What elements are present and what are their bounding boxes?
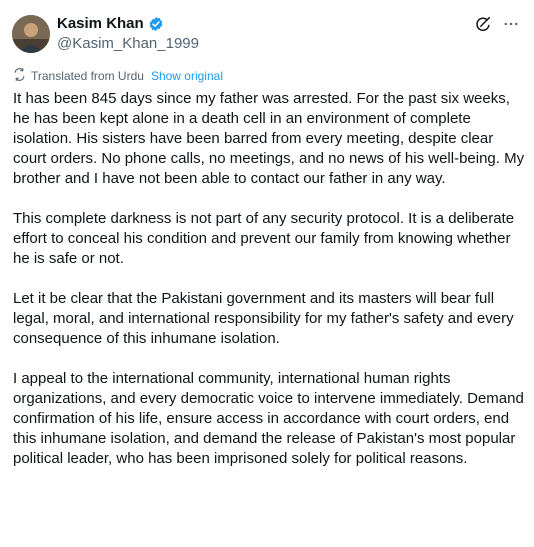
tweet-text: It has been 845 days since my father was… xyxy=(13,89,528,469)
author-name-row[interactable]: Kasim Khan xyxy=(57,15,164,33)
tweet: Kasim Khan @Kasim_Khan_1999 Translated f… xyxy=(0,0,534,547)
tweet-paragraph: This complete darkness is not part of an… xyxy=(13,210,515,267)
author-handle[interactable]: @Kasim_Khan_1999 xyxy=(57,35,199,53)
tweet-paragraph: It has been 845 days since my father was… xyxy=(13,90,525,187)
tweet-actions xyxy=(474,15,520,33)
tweet-paragraph: Let it be clear that the Pakistani gover… xyxy=(13,290,514,347)
avatar[interactable] xyxy=(12,15,50,53)
grok-icon[interactable] xyxy=(474,15,492,33)
translation-label: Translated from Urdu xyxy=(31,69,144,83)
translate-icon xyxy=(13,68,26,85)
translation-notice: Translated from Urdu Show original xyxy=(13,68,223,85)
author-name[interactable]: Kasim Khan xyxy=(57,15,144,33)
more-icon[interactable] xyxy=(502,15,520,33)
show-original-link[interactable]: Show original xyxy=(151,69,223,84)
avatar-image xyxy=(12,15,50,53)
verified-badge-icon xyxy=(148,16,164,32)
tweet-paragraph: I appeal to the international community,… xyxy=(13,370,524,467)
